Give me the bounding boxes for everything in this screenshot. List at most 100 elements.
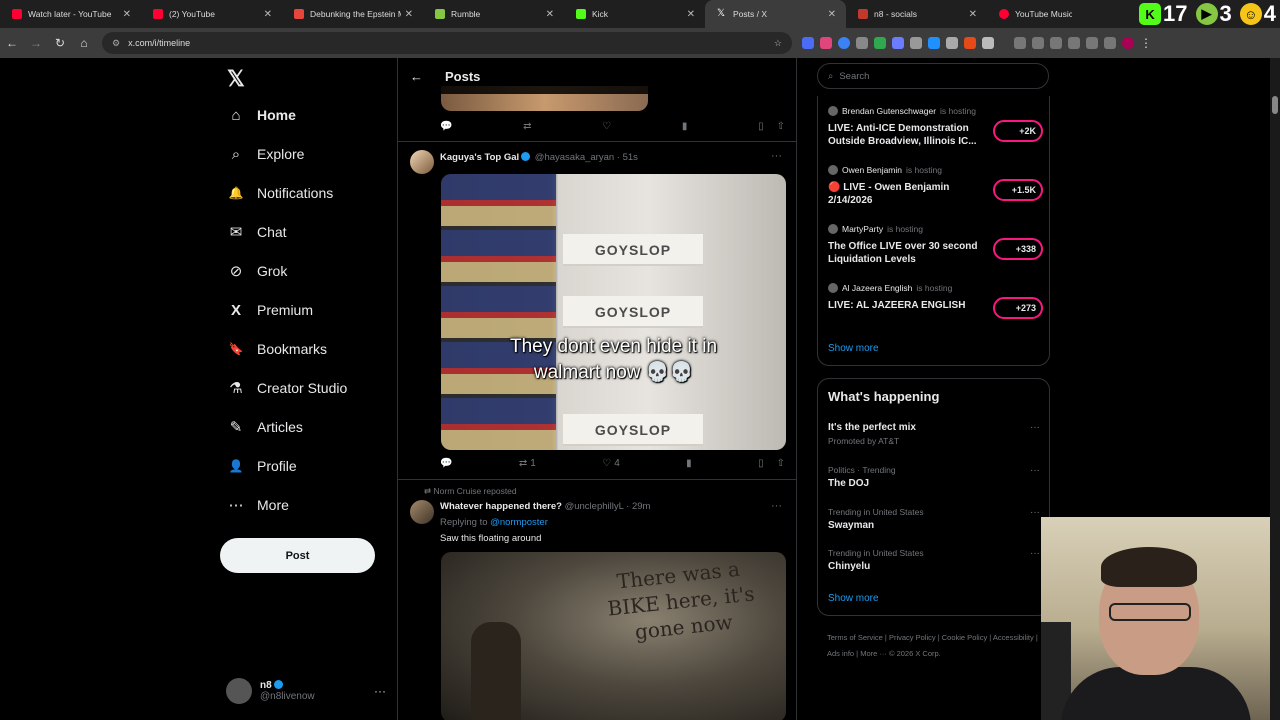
account-menu-icon[interactable]: ··· (374, 684, 386, 698)
extension-icon[interactable] (802, 37, 814, 49)
puzzle-icon[interactable] (982, 37, 994, 49)
author-name[interactable]: Kaguya's Top Gal (440, 152, 519, 163)
devtools-icon[interactable] (1050, 37, 1062, 49)
close-tab-icon[interactable]: ✕ (969, 9, 977, 20)
share-icon[interactable]: ⇧ (777, 121, 785, 132)
show-more-link[interactable]: Show more (828, 593, 879, 604)
nav-explore[interactable]: ⌕ Explore (227, 145, 305, 163)
x-logo-icon[interactable]: 𝕏 (227, 66, 245, 92)
trend-item[interactable]: Trending in United States Swayman ··· (828, 507, 1040, 531)
scrollbar-thumb[interactable] (1272, 96, 1278, 114)
post-video[interactable]: GOYSLOP GOYSLOP GOYSLOP They dont even h… (441, 174, 786, 450)
close-tab-icon[interactable]: ✕ (264, 9, 272, 20)
tab-youtube[interactable]: (2) YouTube ✕ (141, 0, 282, 28)
nav-chat[interactable]: ✉ Chat (227, 223, 287, 241)
extension-icon[interactable] (928, 37, 940, 49)
menu-dots-icon[interactable]: ⋮ (1140, 36, 1152, 50)
post-time[interactable]: · 29m (626, 501, 650, 512)
retweet-button[interactable]: ⇄ 1 (519, 458, 536, 469)
nav-bookmarks[interactable]: 🔖 Bookmarks (227, 340, 328, 358)
extension-icon[interactable] (838, 37, 850, 49)
nav-more[interactable]: ⋯ More (227, 496, 289, 514)
extension-icon[interactable] (892, 37, 904, 49)
nav-premium[interactable]: X Premium (227, 301, 313, 319)
avatar[interactable] (410, 150, 434, 174)
sidepanel-icon[interactable] (1086, 37, 1098, 49)
queue-icon[interactable] (1104, 37, 1116, 49)
reload-icon[interactable]: ↻ (48, 36, 72, 50)
post-button[interactable]: Post (220, 538, 375, 573)
author-handle[interactable]: @unclephillyL (565, 501, 624, 512)
author-handle[interactable]: @hayasaka_aryan (535, 152, 614, 163)
live-item[interactable]: Al Jazeera English is hosting LIVE: AL JA… (828, 283, 1043, 319)
close-tab-icon[interactable]: ✕ (123, 9, 131, 20)
extension-icon[interactable] (1032, 37, 1044, 49)
bookmark-star-icon[interactable]: ☆ (774, 38, 782, 49)
post-image[interactable]: There was a BIKE here, it's gone now (441, 552, 786, 720)
post-time[interactable]: · 51s (617, 152, 638, 163)
post-kaguya[interactable]: Kaguya's Top Gal @hayasaka_aryan · 51s ·… (398, 142, 796, 480)
nav-home[interactable]: ⌂ Home (227, 106, 295, 124)
trend-item[interactable]: Politics · Trending The DOJ ··· (828, 465, 1040, 489)
nav-articles[interactable]: ✎ Articles (227, 418, 303, 436)
extension-icon[interactable] (946, 37, 958, 49)
tab-debunking[interactable]: Debunking the Epstein My ✕ (282, 0, 423, 28)
close-tab-icon[interactable]: ✕ (546, 9, 554, 20)
profile-avatar[interactable] (1122, 37, 1134, 49)
home-icon[interactable]: ⌂ (72, 36, 96, 50)
close-tab-icon[interactable]: ✕ (687, 9, 695, 20)
trend-more-icon[interactable]: ··· (1030, 465, 1040, 476)
trend-more-icon[interactable]: ··· (1030, 422, 1040, 433)
search-input[interactable]: ⌕ Search (817, 63, 1049, 89)
tab-rumble[interactable]: Rumble ✕ (423, 0, 564, 28)
nav-creator-studio[interactable]: ⚗ Creator Studio (227, 379, 347, 397)
live-item[interactable]: Brendan Gutenschwager is hosting LIVE: An… (828, 106, 1043, 148)
like-button[interactable]: ♡ 4 (602, 458, 620, 469)
trend-item[interactable]: It's the perfect mix Promoted by AT&T ··… (828, 422, 1040, 446)
nav-grok[interactable]: ⊘ Grok (227, 262, 288, 280)
repost-text[interactable]: Norm Cruise reposted (434, 486, 517, 496)
author-name[interactable]: Whatever happened there? (440, 501, 562, 512)
bookmark-icon[interactable]: ▯ (758, 121, 764, 132)
trend-more-icon[interactable]: ··· (1030, 548, 1040, 559)
live-item[interactable]: MartyParty is hosting The Office LIVE ove… (828, 224, 1043, 266)
like-icon[interactable]: ♡ (602, 121, 611, 132)
reply-icon[interactable]: 💬 (440, 121, 452, 132)
tab-kick[interactable]: Kick ✕ (564, 0, 705, 28)
page-scrollbar[interactable] (1270, 58, 1280, 720)
post-more-icon[interactable]: ··· (771, 150, 782, 162)
trend-item[interactable]: Trending in United States Chinyelu ··· (828, 548, 1040, 572)
site-info-icon[interactable]: ⚙ (112, 38, 120, 49)
trend-more-icon[interactable]: ··· (1030, 507, 1040, 518)
share-icon[interactable]: ⇧ (777, 458, 785, 469)
post-whatever-happened[interactable]: ⇄ Norm Cruise reposted Whatever happened… (398, 480, 796, 720)
nav-notifications[interactable]: 🔔 Notifications (227, 184, 334, 202)
footer-links[interactable]: Terms of Service | Privacy Policy | Cook… (827, 630, 1042, 662)
tab-posts-x[interactable]: 𝕏 Posts / X ✕ (705, 0, 846, 28)
post-more-icon[interactable]: ··· (771, 500, 782, 512)
reader-icon[interactable] (1068, 37, 1080, 49)
tab-youtube-music[interactable]: YouTube Music (987, 0, 1082, 28)
extension-icon[interactable] (820, 37, 832, 49)
back-arrow-icon[interactable]: ← (410, 69, 423, 84)
live-item[interactable]: Owen Benjamin is hosting 🔴 LIVE - Owen Be… (828, 165, 1043, 207)
nav-profile[interactable]: 👤 Profile (227, 457, 297, 475)
bookmark-icon[interactable]: ▯ (758, 458, 764, 469)
extension-icon[interactable] (856, 37, 868, 49)
retweet-icon[interactable]: ⇄ (523, 121, 531, 132)
views-icon[interactable]: ▮ (686, 458, 692, 469)
tab-n8-socials[interactable]: n8 - socials ✕ (846, 0, 987, 28)
avatar[interactable] (410, 500, 434, 524)
back-arrow-icon[interactable]: ← (0, 36, 24, 50)
history-icon[interactable] (1014, 37, 1026, 49)
account-switcher[interactable]: n8 @n8livenow ··· (226, 676, 386, 706)
tab-watch-later[interactable]: Watch later - YouTube ✕ (0, 0, 141, 28)
extension-icon[interactable] (874, 37, 886, 49)
close-tab-icon[interactable]: ✕ (828, 9, 836, 20)
reply-icon[interactable]: 💬 (440, 458, 452, 469)
views-icon[interactable]: ▮ (682, 121, 688, 132)
extension-icon[interactable] (910, 37, 922, 49)
forward-arrow-icon[interactable]: → (24, 36, 48, 50)
url-field[interactable]: ⚙ x.com/i/timeline ☆ (102, 32, 792, 54)
replying-handle[interactable]: @normposter (490, 517, 548, 528)
